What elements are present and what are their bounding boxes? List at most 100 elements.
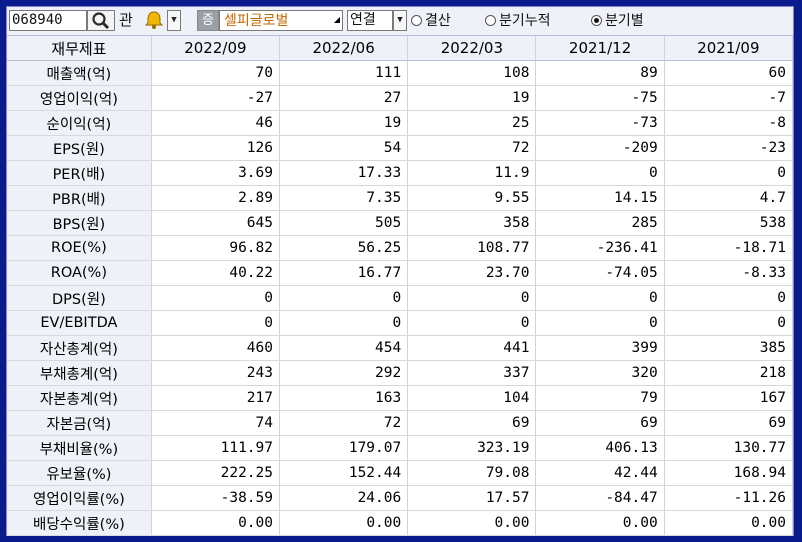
value-cell: -209 [535,135,665,161]
alert-dropdown-button[interactable]: ▼ [167,10,181,31]
value-cell: 243 [151,360,281,386]
table-row: 유보율(%) 222.25 152.44 79.08 42.44 168.94 [7,460,794,486]
value-cell: 167 [664,385,794,411]
value-cell: 89 [535,60,665,86]
value-cell: 292 [279,360,409,386]
value-cell: -74.05 [535,260,665,286]
value-cell: -18.71 [664,235,794,261]
table-row: 영업이익률(%) -38.59 24.06 17.57 -84.47 -11.26 [7,485,794,511]
chevron-down-icon: ▼ [397,15,403,25]
radio-annual[interactable]: 결산 [411,11,451,31]
value-cell: 19 [407,85,537,111]
value-cell: 70 [151,60,281,86]
value-cell: 56.25 [279,235,409,261]
row-label: 자본금(억) [7,410,152,436]
value-cell: 79.08 [407,460,537,486]
value-cell: 40.22 [151,260,281,286]
value-cell: 69 [535,410,665,436]
table-row: EPS(원) 126 54 72 -209 -23 [7,135,794,161]
period-header[interactable]: 2022/06 [279,36,409,61]
row-label: 자본총계(억) [7,385,152,411]
table-row: 순이익(억) 46 19 25 -73 -8 [7,110,794,136]
radio-quarterly[interactable]: 분기별 [591,11,644,31]
consolidation-dropdown-button[interactable]: ▼ [393,10,407,31]
value-cell: 14.15 [535,185,665,211]
value-cell: 222.25 [151,460,281,486]
row-label: 유보율(%) [7,460,152,486]
value-cell: 0 [407,285,537,311]
value-cell: -8 [664,110,794,136]
value-cell: 0.00 [535,510,665,536]
radio-circle-icon [411,15,422,26]
gwan-button[interactable]: 관 [119,10,141,31]
value-cell: 108 [407,60,537,86]
stock-code-input[interactable]: 068940 [9,10,87,31]
value-cell: 0 [151,310,281,336]
value-cell: -27 [151,85,281,111]
radio-label: 분기별 [605,13,644,29]
value-cell: 0 [535,285,665,311]
value-cell: 9.55 [407,185,537,211]
radio-label: 결산 [425,13,451,29]
value-cell: 11.9 [407,160,537,186]
radio-quarterly-cumulative[interactable]: 분기누적 [485,11,551,31]
value-cell: -84.47 [535,485,665,511]
value-cell: 104 [407,385,537,411]
alert-button[interactable] [143,10,165,31]
row-label: 배당수익률(%) [7,510,152,536]
table-header-row: 재무제표 2022/09 2022/06 2022/03 2021/12 202… [7,36,794,61]
row-label: 부채비율(%) [7,435,152,461]
value-cell: 4.7 [664,185,794,211]
header-label: 재무제표 [7,36,152,61]
value-cell: 79 [535,385,665,411]
table-row: 자본금(억) 74 72 69 69 69 [7,410,794,436]
row-label: PER(배) [7,160,152,186]
table-row: 부채총계(억) 243 292 337 320 218 [7,360,794,386]
row-label: ROA(%) [7,260,152,286]
table-row: BPS(원) 645 505 358 285 538 [7,210,794,236]
period-header[interactable]: 2021/12 [535,36,665,61]
value-cell: 96.82 [151,235,281,261]
value-cell: -23 [664,135,794,161]
table-row: ROA(%) 40.22 16.77 23.70 -74.05 -8.33 [7,260,794,286]
value-cell: 72 [407,135,537,161]
search-button[interactable] [87,10,115,31]
value-cell: 168.94 [664,460,794,486]
value-cell: -73 [535,110,665,136]
value-cell: 337 [407,360,537,386]
value-cell: 0 [279,310,409,336]
financial-window: 068940 관 ▼ 증 셀피글로벌 ◢ 연결 ▼ 결산 분기누적 분기별 재무… [6,6,794,536]
value-cell: 3.69 [151,160,281,186]
row-label: 부채총계(억) [7,360,152,386]
value-cell: 505 [279,210,409,236]
value-cell: 285 [535,210,665,236]
row-label: 매출액(억) [7,60,152,86]
value-cell: 320 [535,360,665,386]
value-cell: 538 [664,210,794,236]
table-row: 자본총계(억) 217 163 104 79 167 [7,385,794,411]
period-header[interactable]: 2021/09 [664,36,794,61]
value-cell: 0.00 [407,510,537,536]
value-cell: 2.89 [151,185,281,211]
value-cell: 179.07 [279,435,409,461]
value-cell: 0 [407,310,537,336]
consolidation-select[interactable]: 연결 [347,10,393,31]
table-row: 영업이익(억) -27 27 19 -75 -7 [7,85,794,111]
value-cell: 111 [279,60,409,86]
row-label: PBR(배) [7,185,152,211]
value-cell: 218 [664,360,794,386]
value-cell: 23.70 [407,260,537,286]
company-name-field[interactable]: 셀피글로벌 ◢ [219,10,343,31]
table-row: 부채비율(%) 111.97 179.07 323.19 406.13 130.77 [7,435,794,461]
value-cell: 60 [664,60,794,86]
period-header[interactable]: 2022/03 [407,36,537,61]
value-cell: 54 [279,135,409,161]
corner-marker-icon: ◢ [333,15,340,24]
value-cell: -7 [664,85,794,111]
value-cell: 27 [279,85,409,111]
row-label: DPS(원) [7,285,152,311]
value-cell: 0.00 [279,510,409,536]
value-cell: 0 [664,310,794,336]
value-cell: 126 [151,135,281,161]
period-header[interactable]: 2022/09 [151,36,281,61]
